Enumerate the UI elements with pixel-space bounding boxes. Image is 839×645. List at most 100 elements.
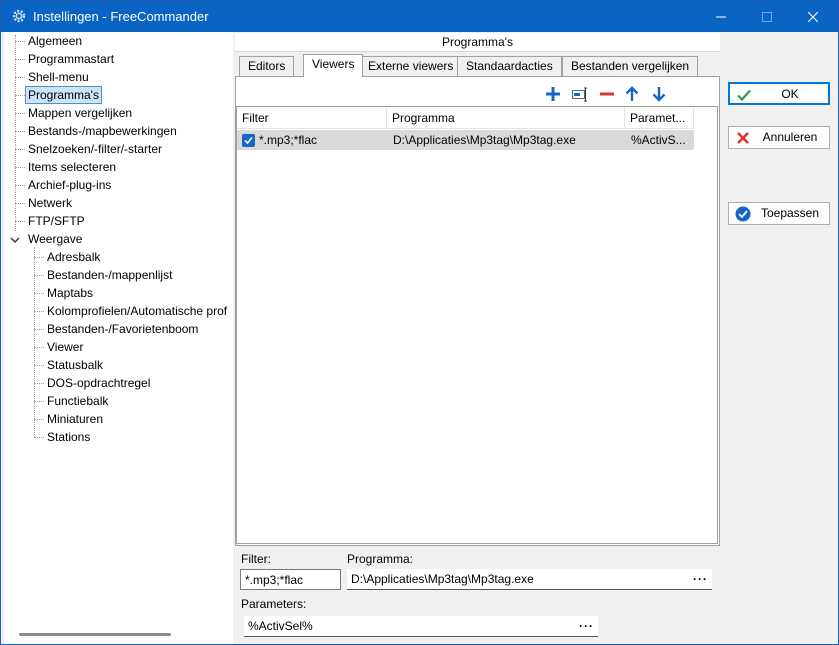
tab-strip: Editors Viewers Externe viewers Standaar… — [235, 54, 720, 77]
chevron-down-icon[interactable] — [10, 235, 20, 245]
tree-connector — [34, 311, 44, 312]
settings-window: Instellingen - FreeCommander Algemeen Pr… — [0, 0, 839, 645]
program-input-value: D:\Applicaties\Mp3tag\Mp3tag.exe — [351, 572, 534, 586]
column-header-filter[interactable]: Filter — [237, 107, 387, 129]
tree-connector — [15, 77, 25, 78]
tree-item-programmas[interactable]: Programma's — [25, 86, 102, 104]
minimize-icon — [716, 16, 726, 17]
title-bar[interactable]: Instellingen - FreeCommander — [1, 1, 838, 32]
tree-connector — [34, 347, 44, 348]
checkmark-icon — [244, 136, 253, 145]
minimize-button[interactable] — [698, 1, 744, 32]
tab-bestanden-vergelijken[interactable]: Bestanden vergelijken — [562, 56, 699, 76]
tab-standaardacties[interactable]: Standaardacties — [457, 56, 562, 76]
close-button[interactable] — [790, 1, 836, 32]
tree-item-programmastart[interactable]: Programmastart — [25, 50, 117, 68]
apply-button[interactable]: Toepassen — [728, 202, 830, 225]
parameters-browse-button[interactable]: ··· — [579, 616, 594, 636]
tree-item-bestandsbewerkingen[interactable]: Bestands-/mapbewerkingen — [25, 122, 180, 140]
filter-input[interactable]: *.mp3;*flac — [240, 569, 341, 590]
add-icon[interactable] — [544, 85, 562, 103]
tree-connector — [34, 383, 44, 384]
table-row[interactable]: *.mp3;*flac D:\Applicaties\Mp3tag\Mp3tag… — [237, 130, 694, 150]
apply-label: Toepassen — [760, 206, 820, 220]
tree-connector — [15, 185, 25, 186]
tree-connector — [34, 419, 44, 420]
tree-subitem-favorietenboom[interactable]: Bestanden-/Favorietenboom — [44, 320, 201, 338]
tree-connector — [15, 221, 25, 222]
check-icon — [737, 89, 751, 102]
cross-icon — [737, 132, 749, 144]
settings-tree[interactable]: Algemeen Programmastart Shell-menu Progr… — [4, 32, 233, 644]
tree-connector — [34, 293, 44, 294]
tree-subitem-stations[interactable]: Stations — [44, 428, 93, 446]
move-up-icon[interactable] — [623, 85, 641, 103]
tree-connector — [15, 167, 25, 168]
tree-item-snelzoeken[interactable]: Snelzoeken/-filter/-starter — [25, 140, 165, 158]
cell-filter: *.mp3;*flac — [259, 133, 318, 147]
cell-program: D:\Applicaties\Mp3tag\Mp3tag.exe — [393, 133, 576, 147]
tree-connector — [15, 203, 25, 204]
tree-connector — [34, 365, 44, 366]
ok-label: OK — [781, 87, 799, 101]
edit-field-icon[interactable] — [571, 85, 589, 103]
grid-header: Filter Programma Paramet... — [237, 107, 694, 129]
tab-editors[interactable]: Editors — [239, 56, 295, 76]
tab-externe-viewers[interactable]: Externe viewers — [359, 56, 463, 76]
move-down-icon[interactable] — [650, 85, 668, 103]
tree-connector — [15, 41, 25, 42]
tree-connector — [15, 149, 25, 150]
tree-item-mappen-vergelijken[interactable]: Mappen vergelijken — [25, 104, 135, 122]
maximize-button[interactable] — [744, 1, 790, 32]
tab-viewers[interactable]: Viewers — [303, 54, 364, 77]
tree-subitem-maptabs[interactable]: Maptabs — [44, 284, 96, 302]
gear-icon — [12, 9, 26, 23]
tree-subitem-miniaturen[interactable]: Miniaturen — [44, 410, 106, 428]
tree-connector — [15, 59, 25, 60]
program-browse-button[interactable]: ··· — [693, 569, 708, 589]
tree-connector — [34, 437, 44, 438]
tree-item-ftp-sftp[interactable]: FTP/SFTP — [25, 212, 88, 230]
parameters-input[interactable]: %ActivSel% ··· — [244, 616, 598, 637]
cancel-button[interactable]: Annuleren — [728, 126, 830, 149]
tree-item-archief-plug-ins[interactable]: Archief-plug-ins — [25, 176, 114, 194]
row-checkbox[interactable] — [242, 134, 255, 147]
tree-item-weergave[interactable]: Weergave — [25, 230, 85, 248]
program-label: Programma: — [347, 552, 414, 566]
cancel-label: Annuleren — [762, 130, 818, 144]
cell-params: %ActivS... — [631, 133, 686, 147]
tree-connector — [34, 257, 44, 258]
column-header-programma[interactable]: Programma — [387, 107, 625, 129]
program-input[interactable]: D:\Applicaties\Mp3tag\Mp3tag.exe ··· — [347, 569, 712, 590]
tree-subitem-kolomprofielen[interactable]: Kolomprofielen/Automatische prof — [44, 302, 230, 320]
check-circle-icon — [735, 206, 751, 222]
tree-item-shell-menu[interactable]: Shell-menu — [25, 68, 92, 86]
viewers-grid[interactable]: Filter Programma Paramet... *.mp3;*flac … — [236, 106, 718, 544]
tree-subitem-viewer[interactable]: Viewer — [44, 338, 86, 356]
tree-subitem-adresbalk[interactable]: Adresbalk — [44, 248, 103, 266]
tree-item-netwerk[interactable]: Netwerk — [25, 194, 75, 212]
tree-connector — [34, 275, 44, 276]
tree-subitem-functiebalk[interactable]: Functiebalk — [44, 392, 111, 410]
ok-button[interactable]: OK — [728, 82, 830, 105]
tree-connector — [34, 401, 44, 402]
window-title: Instellingen - FreeCommander — [33, 9, 209, 24]
tree-subitem-dos-opdrachtregel[interactable]: DOS-opdrachtregel — [44, 374, 153, 392]
remove-icon[interactable] — [598, 85, 616, 103]
tree-item-items-selecteren[interactable]: Items selecteren — [25, 158, 119, 176]
tree-connector — [15, 131, 25, 132]
close-icon — [808, 11, 818, 22]
parameters-input-value: %ActivSel% — [248, 619, 313, 633]
tree-connector — [34, 329, 44, 330]
maximize-icon — [762, 11, 772, 22]
column-header-parameters[interactable]: Paramet... — [625, 107, 694, 129]
tree-connector — [15, 95, 25, 96]
tree-connector — [15, 35, 16, 231]
tree-item-algemeen[interactable]: Algemeen — [25, 32, 85, 50]
tree-subitem-statusbalk[interactable]: Statusbalk — [44, 356, 106, 374]
horizontal-scrollbar[interactable] — [19, 633, 171, 636]
tree-subitem-bestanden-mappenlijst[interactable]: Bestanden-/mappenlijst — [44, 266, 175, 284]
parameters-label: Parameters: — [241, 597, 307, 611]
panel-title: Programma's — [235, 33, 720, 52]
tree-connector — [15, 113, 25, 114]
